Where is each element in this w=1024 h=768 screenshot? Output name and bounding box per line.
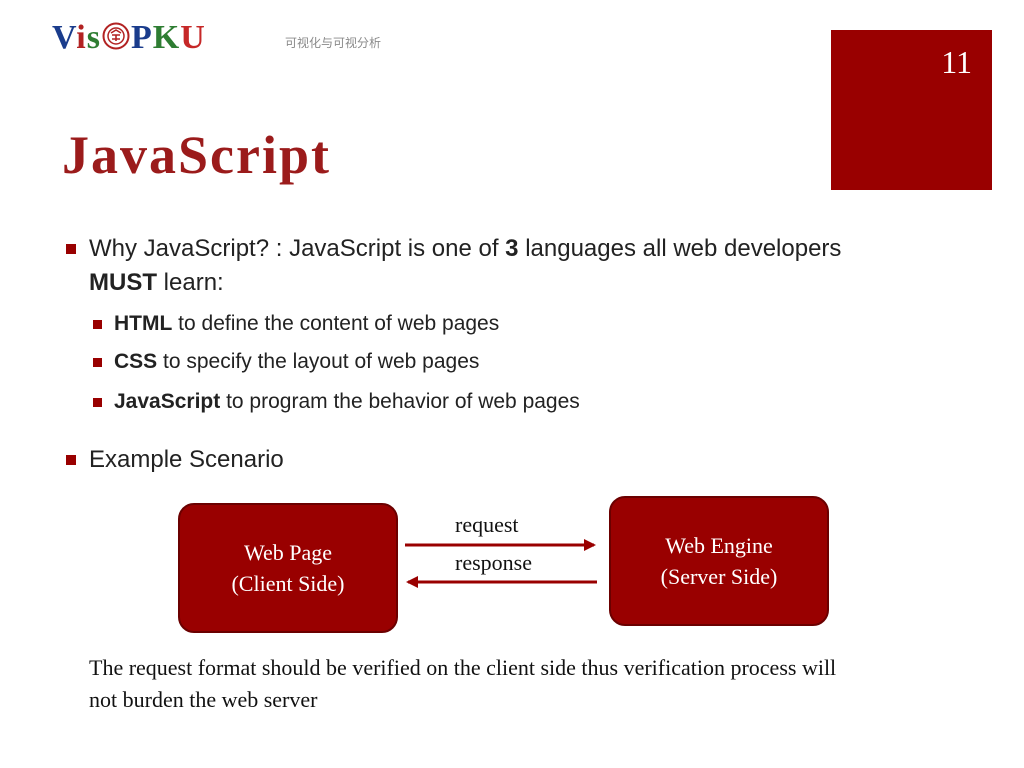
bullet-marker — [66, 244, 76, 254]
client-web-page-box: Web Page (Client Side) — [178, 503, 398, 633]
logo-letter-i: i — [76, 19, 87, 56]
server-web-engine-box: Web Engine (Server Side) — [609, 496, 829, 626]
response-label: response — [455, 550, 532, 575]
vispku-logo: Vis PKU — [52, 20, 206, 56]
sub-bullet-css: CSS to specify the layout of web pages — [93, 348, 480, 376]
logo-letter-u: U — [180, 19, 206, 56]
bullet-marker — [66, 455, 76, 465]
course-subtitle: 可视化与可视分析 — [285, 36, 382, 50]
bullet-why-javascript: Why JavaScript? : JavaScript is one of 3… — [66, 232, 849, 300]
diagram-note: The request format should be verified on… — [89, 655, 837, 712]
server-box-line2: (Server Side) — [660, 564, 778, 589]
bullet-marker — [93, 358, 102, 367]
sub-bullet-text: to define the content of web pages — [172, 312, 500, 335]
bullet-marker — [93, 320, 102, 329]
sub-bullet-text: to program the behavior of web pages — [220, 390, 580, 413]
bullet-text-pre: Why JavaScript? : JavaScript is one of — [89, 235, 506, 262]
logo-letter-s: s — [86, 19, 101, 56]
pku-seal-icon — [102, 22, 130, 58]
bullet-example-scenario: Example Scenario — [66, 443, 284, 477]
client-box-line1: Web Page — [243, 540, 333, 565]
sub-bullet-bold: HTML — [114, 312, 173, 335]
sub-bullet-javascript: JavaScript to program the behavior of we… — [93, 388, 580, 416]
sub-bullet-bold: CSS — [114, 350, 158, 373]
sub-bullet-bold: JavaScript — [114, 390, 221, 413]
bullet-text-bold-must: MUST — [89, 269, 157, 296]
slide-number-box: 11 — [831, 30, 992, 190]
bullet-text-bold-count: 3 — [505, 235, 519, 262]
example-scenario-text: Example Scenario — [89, 446, 284, 473]
bullet-text-post: learn: — [157, 269, 224, 296]
logo-letter-p: P — [130, 19, 153, 56]
server-box-line1: Web Engine — [665, 533, 773, 558]
slide-number: 11 — [941, 44, 972, 80]
bullet-marker — [93, 398, 102, 407]
slide-title: JavaScript — [62, 125, 331, 185]
logo-letter-v: V — [52, 19, 77, 56]
client-box-line2: (Client Side) — [231, 571, 345, 596]
request-label: request — [455, 512, 519, 537]
sub-bullet-text: to specify the layout of web pages — [157, 350, 480, 373]
logo-letter-k: K — [152, 19, 181, 56]
sub-bullet-html: HTML to define the content of web pages — [93, 310, 500, 338]
bullet-text-mid: languages all web developers — [518, 235, 842, 262]
